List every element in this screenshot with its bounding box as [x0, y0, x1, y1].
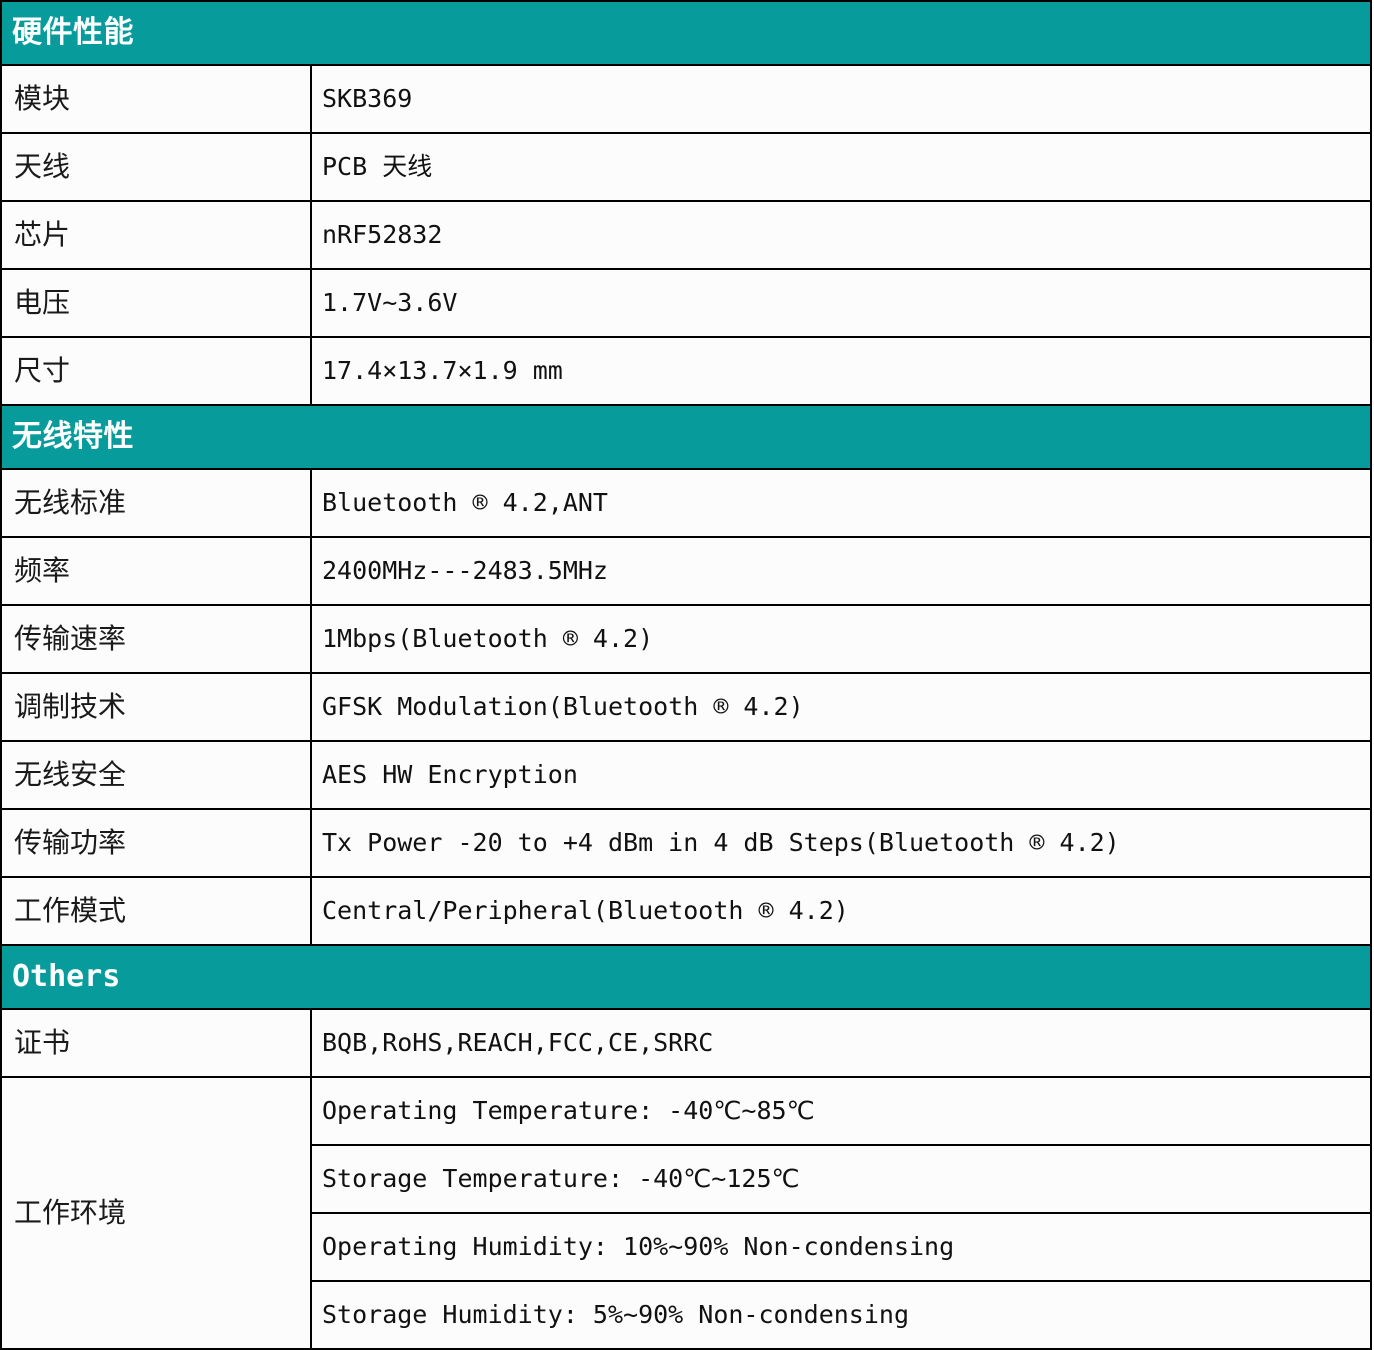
row-value-cell: Tx Power -20 to +4 dBm in 4 dB Steps(Blu… — [310, 808, 1372, 878]
row-label-cell: 天线 — [0, 132, 312, 202]
row-label-cell: 无线安全 — [0, 740, 312, 810]
row-value: SKB369 — [322, 84, 413, 113]
row-value-cell: nRF52832 — [310, 200, 1372, 270]
row-label-cell: 芯片 — [0, 200, 312, 270]
section-title-others: Others — [12, 959, 121, 994]
row-label-cell-environment: 工作环境 — [0, 1076, 312, 1350]
row-label-cell: 模块 — [0, 64, 312, 134]
table-row: 无线标准 Bluetooth ® 4.2,ANT — [0, 468, 1372, 538]
row-value: PCB 天线 — [322, 152, 433, 181]
row-value: Tx Power -20 to +4 dBm in 4 dB Steps(Blu… — [322, 828, 1120, 857]
row-value-cell: 2400MHz---2483.5MHz — [310, 536, 1372, 606]
row-label: 调制技术 — [14, 690, 127, 724]
row-value-cell: 1Mbps(Bluetooth ® 4.2) — [310, 604, 1372, 674]
row-value-cell: GFSK Modulation(Bluetooth ® 4.2) — [310, 672, 1372, 742]
environment-value: Operating Humidity: 10%~90% Non-condensi… — [322, 1232, 955, 1261]
section-header-wireless: 无线特性 — [0, 404, 1372, 470]
environment-value: Storage Temperature: -40℃~125℃ — [322, 1164, 800, 1193]
row-label-cell: 工作模式 — [0, 876, 312, 946]
row-label: 证书 — [14, 1026, 71, 1060]
row-label: 尺寸 — [14, 354, 71, 388]
specification-table: 硬件性能 模块 SKB369 天线 PCB 天线 芯片 nRF52832 电压 … — [0, 0, 1372, 1350]
table-row: 传输速率 1Mbps(Bluetooth ® 4.2) — [0, 604, 1372, 674]
specification-table-body: 硬件性能 模块 SKB369 天线 PCB 天线 芯片 nRF52832 电压 … — [0, 0, 1372, 1350]
section-title-hardware: 硬件性能 — [12, 15, 134, 50]
row-value-cell: BQB,RoHS,REACH,FCC,CE,SRRC — [310, 1008, 1372, 1078]
table-row: 尺寸 17.4×13.7×1.9 mm — [0, 336, 1372, 406]
environment-row: Storage Temperature: -40℃~125℃ — [312, 1145, 1370, 1214]
row-label: 电压 — [14, 286, 71, 320]
row-label: 天线 — [14, 150, 71, 184]
environment-value-cell: Operating Temperature: -40℃~85℃ — [312, 1078, 1370, 1146]
row-value: BQB,RoHS,REACH,FCC,CE,SRRC — [322, 1028, 714, 1057]
environment-row: Storage Humidity: 5%~90% Non-condensing — [312, 1281, 1370, 1348]
row-value-cell: 1.7V~3.6V — [310, 268, 1372, 338]
table-row: 调制技术 GFSK Modulation(Bluetooth ® 4.2) — [0, 672, 1372, 742]
section-header-others: Others — [0, 944, 1372, 1010]
row-value: Central/Peripheral(Bluetooth ® 4.2) — [322, 896, 849, 925]
row-label-cell: 频率 — [0, 536, 312, 606]
row-label-cell: 电压 — [0, 268, 312, 338]
row-value: 2400MHz---2483.5MHz — [322, 556, 608, 585]
row-label-cell: 传输速率 — [0, 604, 312, 674]
environment-value: Operating Temperature: -40℃~85℃ — [322, 1096, 815, 1125]
table-row-environment: 工作环境 Operating Temperature: -40℃~85℃ Sto… — [0, 1076, 1372, 1350]
row-label: 工作环境 — [14, 1196, 127, 1230]
row-label: 传输功率 — [14, 826, 127, 860]
row-value: 17.4×13.7×1.9 mm — [322, 356, 563, 385]
environment-value: Storage Humidity: 5%~90% Non-condensing — [322, 1300, 909, 1329]
section-header-cell: 无线特性 — [0, 404, 1372, 470]
row-label-cell: 传输功率 — [0, 808, 312, 878]
table-row: 传输功率 Tx Power -20 to +4 dBm in 4 dB Step… — [0, 808, 1372, 878]
environment-value-cell: Storage Humidity: 5%~90% Non-condensing — [312, 1281, 1370, 1348]
row-value: AES HW Encryption — [322, 760, 578, 789]
row-value: GFSK Modulation(Bluetooth ® 4.2) — [322, 692, 804, 721]
row-value-cell: 17.4×13.7×1.9 mm — [310, 336, 1372, 406]
environment-values-cell: Operating Temperature: -40℃~85℃ Storage … — [310, 1076, 1372, 1350]
row-value: Bluetooth ® 4.2,ANT — [322, 488, 608, 517]
row-value: 1Mbps(Bluetooth ® 4.2) — [322, 624, 654, 653]
table-row: 频率 2400MHz---2483.5MHz — [0, 536, 1372, 606]
table-row: 证书 BQB,RoHS,REACH,FCC,CE,SRRC — [0, 1008, 1372, 1078]
row-label: 芯片 — [14, 218, 71, 252]
environment-subtable: Operating Temperature: -40℃~85℃ Storage … — [312, 1078, 1370, 1348]
section-header-cell: Others — [0, 944, 1372, 1010]
row-value-cell: Central/Peripheral(Bluetooth ® 4.2) — [310, 876, 1372, 946]
table-row: 天线 PCB 天线 — [0, 132, 1372, 202]
row-label: 无线标准 — [14, 486, 127, 520]
environment-row: Operating Temperature: -40℃~85℃ — [312, 1078, 1370, 1146]
row-label-cell: 尺寸 — [0, 336, 312, 406]
environment-value-cell: Storage Temperature: -40℃~125℃ — [312, 1145, 1370, 1214]
table-row: 无线安全 AES HW Encryption — [0, 740, 1372, 810]
row-value-cell: AES HW Encryption — [310, 740, 1372, 810]
environment-value-cell: Operating Humidity: 10%~90% Non-condensi… — [312, 1213, 1370, 1282]
row-label: 无线安全 — [14, 758, 127, 792]
row-label: 频率 — [14, 554, 71, 588]
table-row: 电压 1.7V~3.6V — [0, 268, 1372, 338]
row-value-cell: SKB369 — [310, 64, 1372, 134]
row-label: 传输速率 — [14, 622, 127, 656]
section-header-cell: 硬件性能 — [0, 0, 1372, 66]
row-label: 工作模式 — [14, 894, 127, 928]
section-header-hardware: 硬件性能 — [0, 0, 1372, 66]
table-row: 芯片 nRF52832 — [0, 200, 1372, 270]
row-label-cell: 无线标准 — [0, 468, 312, 538]
environment-row: Operating Humidity: 10%~90% Non-condensi… — [312, 1213, 1370, 1282]
row-label-cell: 证书 — [0, 1008, 312, 1078]
row-value: 1.7V~3.6V — [322, 288, 458, 317]
row-label: 模块 — [14, 82, 71, 116]
table-row: 工作模式 Central/Peripheral(Bluetooth ® 4.2) — [0, 876, 1372, 946]
row-value: nRF52832 — [322, 220, 443, 249]
section-title-wireless: 无线特性 — [12, 419, 134, 454]
row-value-cell: Bluetooth ® 4.2,ANT — [310, 468, 1372, 538]
table-row: 模块 SKB369 — [0, 64, 1372, 134]
row-value-cell: PCB 天线 — [310, 132, 1372, 202]
row-label-cell: 调制技术 — [0, 672, 312, 742]
